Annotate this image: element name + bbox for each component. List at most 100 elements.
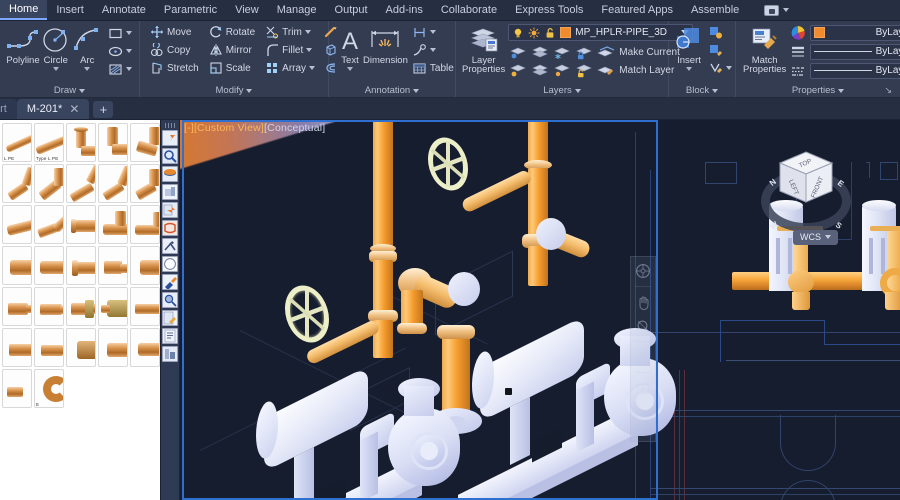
mirror-button[interactable]: Mirror <box>206 41 258 59</box>
layers-panel-title[interactable]: Layers <box>460 84 664 97</box>
palette-tile[interactable] <box>98 205 128 244</box>
block-panel-title[interactable]: Block <box>673 84 731 97</box>
pump-motor-front[interactable] <box>264 366 368 472</box>
palette-tile[interactable] <box>98 164 128 203</box>
chevron-down-icon[interactable] <box>429 48 436 52</box>
drawing-viewport[interactable]: [-][Custom View][Conceptual] N E S W TOP… <box>180 120 900 500</box>
palette-tile[interactable] <box>66 246 96 285</box>
palette-tile[interactable] <box>130 246 160 285</box>
steering-wheel-icon[interactable] <box>634 262 652 280</box>
trim-button[interactable]: Trim <box>262 23 318 41</box>
ribbon-tab-parametric[interactable]: Parametric <box>155 0 226 20</box>
palette-tile[interactable] <box>98 287 128 326</box>
pipe-end-cap[interactable] <box>448 272 480 306</box>
palette-tile[interactable] <box>34 287 64 326</box>
chevron-down-icon[interactable] <box>347 67 353 71</box>
valve-branch-pipe-upper[interactable] <box>460 168 534 214</box>
palette-tile[interactable] <box>2 205 32 244</box>
rotate-button[interactable]: Rotate <box>206 23 258 41</box>
palette-tile[interactable] <box>34 164 64 203</box>
document-tab-m201[interactable]: M-201* ✕ <box>16 99 90 119</box>
layer-lock-icon[interactable] <box>575 45 593 60</box>
table-button[interactable]: Table <box>409 59 457 77</box>
ucs-dropdown[interactable]: WCS <box>793 230 838 245</box>
palette-tile[interactable] <box>2 287 32 326</box>
ribbon-tab-manage[interactable]: Manage <box>268 0 326 20</box>
gate-valve-handwheel-lower[interactable] <box>285 280 329 348</box>
chevron-down-icon[interactable] <box>574 88 581 93</box>
text-button[interactable]: A Text <box>337 23 363 71</box>
gate-valve-handwheel-upper[interactable] <box>428 133 468 195</box>
palette-tile[interactable] <box>2 328 32 367</box>
ribbon-tab-view[interactable]: View <box>226 0 268 20</box>
ribbon-tab-annotate[interactable]: Annotate <box>93 0 155 20</box>
lineweight-icon[interactable] <box>790 44 806 60</box>
layer-properties-button[interactable]: Layer Properties <box>462 23 505 74</box>
color-wheel-icon[interactable] <box>790 25 806 41</box>
vertical-riser-left[interactable] <box>373 260 393 316</box>
layer-color-swatch[interactable] <box>560 27 572 38</box>
ribbon-tab-addins[interactable]: Add-ins <box>377 0 432 20</box>
palette-tile[interactable] <box>2 246 32 285</box>
palette-tile[interactable] <box>130 328 160 367</box>
chevron-down-icon[interactable] <box>126 67 132 71</box>
edit-icon[interactable] <box>162 310 178 326</box>
document-tab-start[interactable]: art <box>0 99 17 119</box>
iso-icon[interactable] <box>162 346 178 362</box>
edit-block-button[interactable] <box>705 41 735 59</box>
ribbon-tab-output[interactable]: Output <box>326 0 377 20</box>
lightbulb-on-icon[interactable] <box>512 27 524 39</box>
rectangle-button[interactable] <box>105 24 135 42</box>
pan-hand-icon[interactable] <box>634 293 652 311</box>
chevron-down-icon[interactable] <box>429 30 436 34</box>
palette-tile[interactable] <box>98 123 128 162</box>
palette-tile[interactable] <box>98 328 128 367</box>
chevron-down-icon[interactable] <box>783 8 790 12</box>
vertical-riser-left[interactable] <box>373 120 393 252</box>
ellipse-button[interactable] <box>105 42 135 60</box>
palette-tile[interactable]: Type L PE <box>34 123 64 162</box>
pipe-support-icon[interactable] <box>162 166 178 182</box>
copy-button[interactable]: Copy <box>147 41 202 59</box>
navigation-bar[interactable] <box>630 256 656 442</box>
vessel-right-handle[interactable] <box>870 226 900 231</box>
dimension-style-button[interactable] <box>409 23 457 41</box>
arc-button[interactable]: Arc <box>72 23 104 71</box>
chevron-down-icon[interactable] <box>79 88 86 93</box>
chevron-down-icon[interactable] <box>52 67 59 71</box>
palette-tile[interactable] <box>130 123 160 162</box>
properties-panel-title[interactable]: Properties ↘ <box>740 84 896 97</box>
layer-unisolate-icon[interactable] <box>531 45 549 60</box>
unlock-icon[interactable] <box>544 27 556 39</box>
chevron-down-icon[interactable] <box>838 88 845 93</box>
pipe-fittings-palette[interactable]: L PE Type L PE E <box>0 120 160 500</box>
stretch-button[interactable]: Stretch <box>147 59 202 77</box>
spec-viewer-icon[interactable] <box>162 148 178 164</box>
viewport-label[interactable]: [-][Custom View][Conceptual] <box>184 122 325 134</box>
chevron-down-icon[interactable] <box>413 88 420 93</box>
hatch-button[interactable] <box>105 60 135 78</box>
ribbon-tab-insert[interactable]: Insert <box>47 0 93 20</box>
inspect-icon[interactable] <box>162 292 178 308</box>
draw-panel-title[interactable]: Draw <box>4 84 135 97</box>
insert-component-icon[interactable] <box>162 202 178 218</box>
array-button[interactable]: Array <box>262 59 318 77</box>
toolbar-grip[interactable] <box>164 123 176 128</box>
route-pipe-icon[interactable] <box>162 130 178 146</box>
circle-button[interactable]: Circle <box>40 23 72 71</box>
create-block-button[interactable] <box>705 23 735 41</box>
layer-freeze-icon[interactable] <box>553 45 571 60</box>
fillet-button[interactable]: Fillet <box>262 41 318 59</box>
palette-tile[interactable] <box>66 205 96 244</box>
palette-tile[interactable] <box>34 328 64 367</box>
pump-motor-rear[interactable] <box>480 316 584 422</box>
chevron-down-icon[interactable] <box>306 48 313 52</box>
linetype-dropdown[interactable]: ByLayer <box>810 62 900 79</box>
close-icon[interactable]: ✕ <box>69 103 79 115</box>
leader-button[interactable] <box>409 41 457 59</box>
vertical-riser-right[interactable] <box>528 120 548 165</box>
chevron-down-icon[interactable] <box>126 49 132 53</box>
insert-block-button[interactable]: Insert <box>674 23 704 71</box>
palette-tile[interactable] <box>66 328 96 367</box>
make-current-icon[interactable] <box>597 45 615 60</box>
